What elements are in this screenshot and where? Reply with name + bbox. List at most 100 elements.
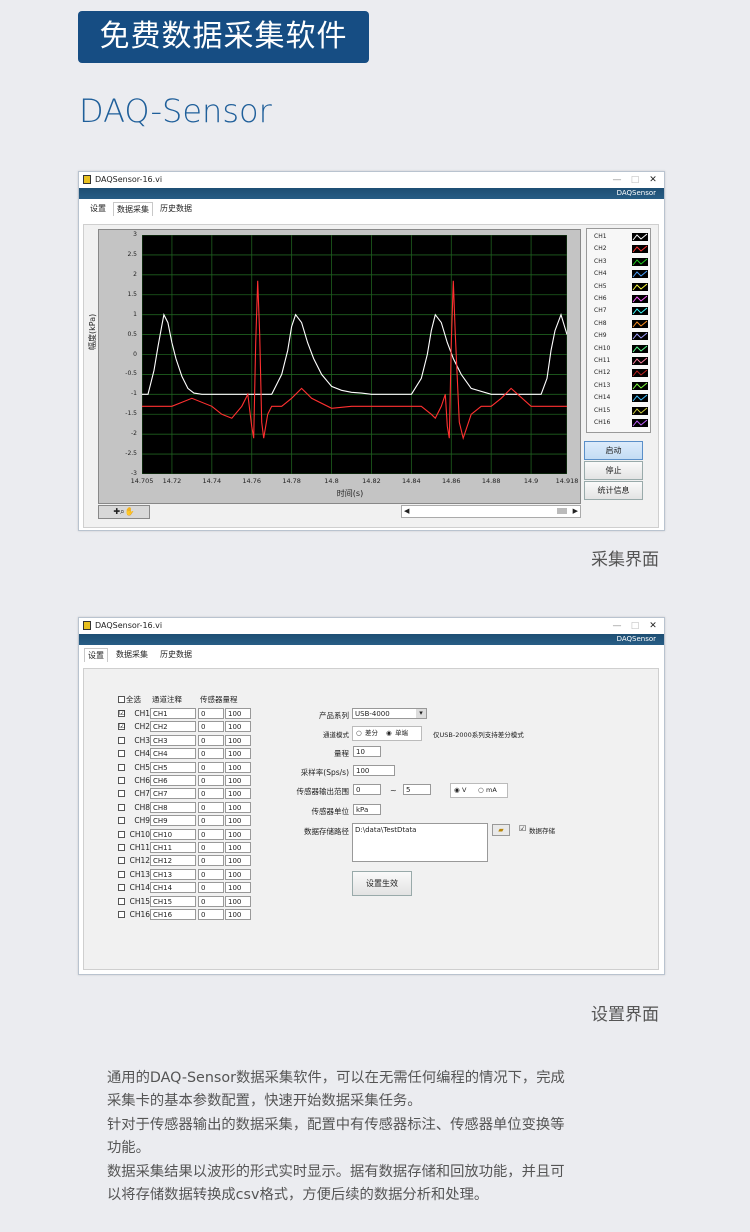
range-min-input[interactable]: 0 [198,761,224,773]
legend-item[interactable]: CH2 [594,243,652,254]
legend-item[interactable]: CH4 [594,268,652,279]
channel-note-input[interactable]: CH2 [150,721,196,733]
legend-item[interactable]: CH16 [594,417,652,428]
range-min-input[interactable]: 0 [198,788,224,800]
range-max-input[interactable]: 100 [225,801,251,813]
range-max-input[interactable]: 100 [225,868,251,880]
channel-note-input[interactable]: CH16 [150,909,196,920]
output-min-input[interactable]: 0 [353,784,381,795]
channel-note-input[interactable]: CH13 [150,868,196,880]
range-max-input[interactable]: 100 [225,748,251,760]
range-max-input[interactable]: 100 [225,734,251,746]
channel-checkbox[interactable] [118,803,125,811]
channel-checkbox[interactable] [118,911,125,918]
channel-note-input[interactable]: CH1 [150,708,196,719]
legend-item[interactable]: CH13 [594,380,652,391]
legend-item[interactable]: CH11 [594,355,652,366]
scroll-left-icon[interactable]: ◀ [404,506,409,517]
radio-milliamp[interactable]: ○ [478,784,484,797]
range-min-input[interactable]: 0 [198,828,224,840]
minimize-button[interactable]: — [610,618,624,634]
channel-note-input[interactable]: CH15 [150,895,196,907]
range-input[interactable]: 10 [353,746,381,757]
channel-note-input[interactable]: CH10 [150,828,196,840]
channel-checkbox[interactable] [118,844,125,851]
range-min-input[interactable]: 0 [198,721,224,733]
stop-button[interactable]: 停止 [584,461,643,480]
close-button[interactable]: ✕ [646,172,660,188]
channel-note-input[interactable]: CH7 [150,788,196,800]
channel-checkbox[interactable] [118,870,125,878]
channel-checkbox[interactable] [118,897,125,905]
output-max-input[interactable]: 5 [403,784,431,795]
channel-checkbox[interactable] [118,777,125,784]
legend-item[interactable]: CH7 [594,305,652,316]
range-min-input[interactable]: 0 [198,708,224,719]
channel-checkbox[interactable]: ☑ [118,723,125,731]
sample-rate-input[interactable]: 100 [353,765,395,776]
range-max-input[interactable]: 100 [225,721,251,733]
channel-note-input[interactable]: CH9 [150,815,196,827]
scroll-thumb[interactable] [557,508,567,514]
minimize-button[interactable]: — [610,172,624,188]
range-max-input[interactable]: 100 [225,828,251,840]
legend-item[interactable]: CH5 [594,281,652,292]
pan-icon[interactable]: ✋ [125,507,135,516]
range-max-input[interactable]: 100 [225,855,251,867]
legend-item[interactable]: CH14 [594,392,652,403]
range-min-input[interactable]: 0 [198,909,224,920]
range-min-input[interactable]: 0 [198,855,224,867]
range-max-input[interactable]: 100 [225,708,251,719]
start-button[interactable]: 启动 [584,441,643,460]
select-all-checkbox[interactable] [118,696,125,703]
statistics-button[interactable]: 统计信息 [584,481,643,500]
tab-acquisition[interactable]: 数据采集 [113,648,151,661]
channel-checkbox[interactable] [118,763,125,771]
close-button[interactable]: ✕ [646,618,660,634]
range-min-input[interactable]: 0 [198,842,224,853]
storage-path-input[interactable]: D:\data\TestDtata [352,823,488,862]
legend-item[interactable]: CH1 [594,231,652,242]
range-max-input[interactable]: 100 [225,882,251,894]
channel-note-input[interactable]: CH12 [150,855,196,867]
maximize-button[interactable]: □ [628,172,642,188]
radio-differential[interactable]: ○ [356,727,362,740]
channel-note-input[interactable]: CH8 [150,801,196,813]
channel-note-input[interactable]: CH5 [150,761,196,773]
channel-checkbox[interactable] [118,830,125,838]
channel-note-input[interactable]: CH4 [150,748,196,760]
range-min-input[interactable]: 0 [198,748,224,760]
range-min-input[interactable]: 0 [198,895,224,907]
range-min-input[interactable]: 0 [198,775,224,786]
range-max-input[interactable]: 100 [225,909,251,920]
tab-acquisition[interactable]: 数据采集 [113,202,153,216]
channel-checkbox[interactable] [118,884,125,892]
legend-item[interactable]: CH12 [594,367,652,378]
radio-single-ended[interactable]: ◉ [386,727,392,740]
range-max-input[interactable]: 100 [225,815,251,827]
range-max-input[interactable]: 100 [225,788,251,800]
range-max-input[interactable]: 100 [225,895,251,907]
range-min-input[interactable]: 0 [198,815,224,827]
chevron-down-icon[interactable]: ▾ [416,709,426,718]
radio-volt[interactable]: ◉ [454,784,460,797]
graph-toolbar[interactable]: ✚⌕✋ [98,505,150,519]
channel-note-input[interactable]: CH11 [150,842,196,853]
tab-history[interactable]: 历史数据 [157,648,195,661]
range-min-input[interactable]: 0 [198,868,224,880]
range-max-input[interactable]: 100 [225,842,251,853]
channel-checkbox[interactable] [118,790,125,798]
save-data-checkbox[interactable]: ☑ [519,824,526,833]
channel-checkbox[interactable] [118,750,125,758]
range-max-input[interactable]: 100 [225,761,251,773]
folder-icon[interactable]: ▰ [492,824,510,836]
apply-settings-button[interactable]: 设置生效 [352,871,412,896]
channel-note-input[interactable]: CH6 [150,775,196,786]
horizontal-scrollbar[interactable]: ◀ ▶ [401,505,581,518]
legend-item[interactable]: CH10 [594,343,652,354]
channel-checkbox[interactable] [118,817,125,825]
legend-item[interactable]: CH9 [594,330,652,341]
range-min-input[interactable]: 0 [198,882,224,894]
legend-item[interactable]: CH6 [594,293,652,304]
sensor-unit-input[interactable]: kPa [353,804,381,815]
